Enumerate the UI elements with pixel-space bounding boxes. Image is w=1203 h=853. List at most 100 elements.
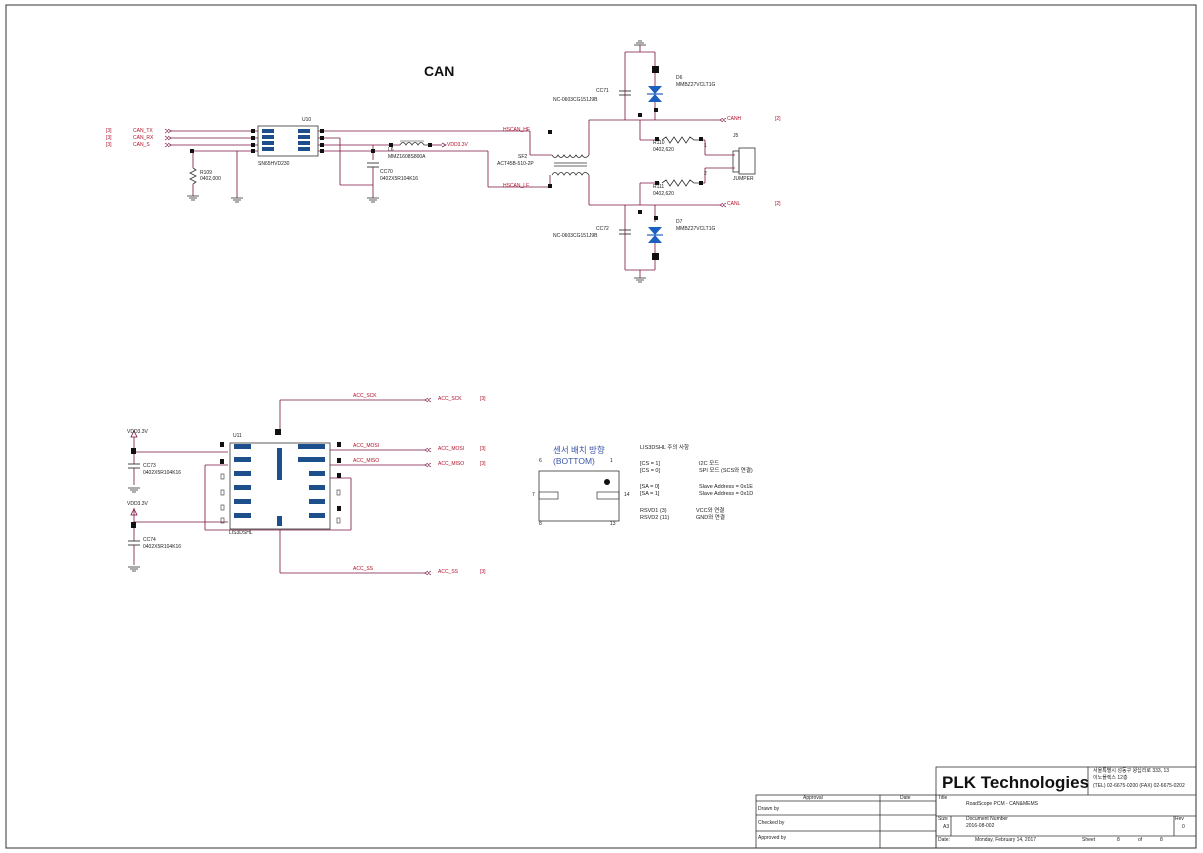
note-row-left: [CS = 0] (640, 468, 661, 474)
date-label: Date: (938, 837, 950, 843)
cc71-part: NC-0603CG151J9B (553, 97, 598, 103)
net-acc-ss: ACC_SS (353, 566, 374, 572)
rev-label: Rev (1175, 816, 1184, 822)
note-row-right: VCC와 연결 (696, 508, 725, 514)
j5-pin2: 2 (704, 171, 707, 177)
can-section-title: CAN (424, 63, 455, 79)
d7-ref: D7 (676, 219, 683, 225)
l6-symbol (399, 142, 430, 146)
u10-part: SN65HVD230 (258, 161, 290, 167)
net-hscan-lf: HSCAN_LF (503, 183, 530, 189)
r110-ref: R110 (653, 140, 665, 146)
cc70-ref: CC70 (380, 169, 393, 175)
contact-line: (TEL) 02-6675-0200 (FAX) 02-6675-0202 (1093, 783, 1185, 789)
cc73-part: 0402X5R104K16 (143, 470, 182, 476)
d6-part: MMBZ27VCLT1G (676, 82, 716, 88)
sf2-symbol (551, 154, 590, 176)
sensor-pad-left (538, 491, 559, 500)
note-row-right: I2C 모드 (699, 461, 720, 467)
l6-ref: L6 (388, 147, 394, 153)
port-acc-sck: ACC_SCK (438, 396, 462, 402)
port-ref-can-tx: [3] (106, 128, 112, 134)
cc71-ref: CC71 (596, 88, 609, 94)
r109-symbol (189, 167, 197, 185)
u11-ref: U11 (233, 433, 242, 439)
address-line-1: 서울특별시 성동구 왕십리로 333, 13 (1093, 768, 1170, 774)
title-value: RoadScope PCM - CAN&MEMS (966, 801, 1038, 807)
port-can-s: CAN_S (133, 142, 150, 148)
sensor-pin-14: 14 (624, 492, 630, 498)
sensor-outline (538, 470, 620, 522)
cc72-part: NC-0603CG151J9B (553, 233, 598, 239)
note-row-left: [SA = 1] (640, 491, 660, 497)
r110-symbol (661, 136, 699, 144)
cc74-ref: CC74 (143, 537, 156, 543)
can-input-wires (170, 45, 735, 278)
sheet-border (5, 4, 1197, 849)
port-ref-sck: [3] (480, 396, 486, 402)
j5-part: JUMPER (733, 176, 754, 182)
sensor-note-title: LIS3DSHL 주의 사항 (640, 445, 690, 451)
address-line-2: 이노플렉스 12층 (1093, 775, 1128, 781)
accel-port-arrows (424, 397, 432, 576)
d7-symbol (647, 227, 663, 253)
j5-ref: J5 (733, 133, 739, 139)
u11-pads (234, 444, 325, 526)
schematic-drawing (5, 4, 1197, 849)
date-header: Date (900, 795, 911, 801)
size-label: Size (938, 816, 948, 822)
cc70-symbol (367, 162, 379, 168)
note-row-right: Slave Address = 0x1E (699, 484, 753, 490)
date-value: Monday, February 14, 2017 (975, 837, 1037, 843)
note-row-right: GND와 연결 (696, 515, 725, 521)
u10-pads (262, 129, 310, 151)
r110-value: 0402,620 (653, 147, 674, 153)
checked-by-label: Checked by (758, 820, 785, 826)
sf2-ref: SF2 (518, 154, 528, 160)
j5-symbol (732, 147, 756, 175)
port-ref-miso: [3] (480, 461, 486, 467)
u10-ref: U10 (302, 117, 312, 123)
sheet-label: Sheet (1082, 837, 1096, 843)
r109-value: 0402,000 (200, 176, 221, 182)
u11-part: LIS3DSHL (229, 530, 253, 536)
drawn-by-label: Drawn by (758, 806, 780, 812)
port-ref-mosi: [3] (480, 446, 486, 452)
approved-by-label: Approved by (758, 835, 787, 841)
port-ref-can-s: [3] (106, 142, 112, 148)
sensor-pin-13: 13 (610, 521, 616, 527)
of-value: 8 (1160, 837, 1163, 843)
sensor-pad-right (596, 491, 620, 500)
r111-value: 0402,620 (653, 191, 674, 197)
note-row-left: RSVD2 (11) (640, 515, 670, 521)
d6-ref: D6 (676, 75, 683, 81)
d6-symbol (647, 73, 663, 108)
r111-symbol (661, 179, 699, 187)
sensor-pin-8: 8 (539, 521, 542, 527)
net-hscan-hf: HSCAN_HF (503, 127, 530, 133)
vdd-label-1: VDD3.3V (127, 429, 148, 435)
port-can-rx: CAN_RX (133, 135, 154, 141)
title-label: Title (938, 795, 948, 801)
of-label: of (1138, 837, 1143, 843)
sensor-heading-1: 센서 배치 방향 (553, 445, 605, 455)
cc70-part: 0402X5R104K16 (380, 176, 419, 182)
size-value: A3 (943, 824, 950, 830)
cc74-symbol (128, 540, 140, 546)
net-acc-mosi: ACC_MOSI (353, 443, 380, 449)
r111-ref: R111 (653, 184, 665, 190)
canl-ref: [2] (775, 201, 781, 207)
vdd-arrow (441, 142, 447, 148)
sensor-pin-7: 7 (532, 492, 535, 498)
sensor-heading-2: (BOTTOM) (553, 456, 595, 466)
sheet-value: 8 (1117, 837, 1120, 843)
doc-number-label: Document Number (966, 816, 1008, 822)
net-acc-sck: ACC_SCK (353, 393, 377, 399)
port-acc-ss: ACC_SS (438, 569, 459, 575)
note-row-left: [SA = 0] (640, 484, 660, 490)
schematic-sheet: CAN [3] [3] [3] CAN_TX CAN_RX CAN_S U10 … (0, 0, 1203, 853)
note-row-left: RSVD1 (3) (640, 508, 667, 514)
approval-header: Approval (803, 795, 823, 801)
canh-ref: [2] (775, 116, 781, 122)
cc72-ref: CC72 (596, 226, 609, 232)
